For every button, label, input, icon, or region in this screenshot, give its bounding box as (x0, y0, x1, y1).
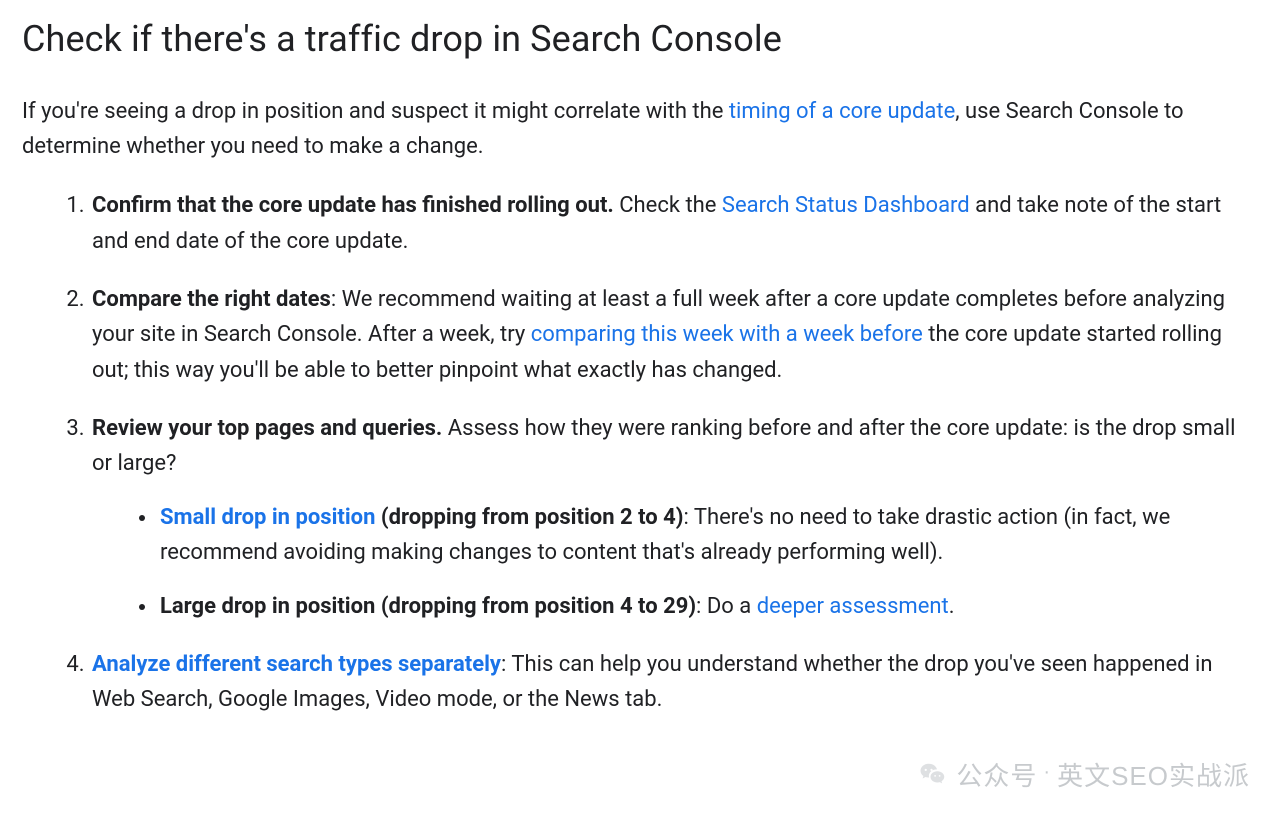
search-status-dashboard-link[interactable]: Search Status Dashboard (722, 193, 970, 218)
intro-paragraph: If you're seeing a drop in position and … (22, 94, 1258, 164)
analyze-search-types-link[interactable]: Analyze different search types separatel… (92, 652, 501, 677)
step-3-lead: Review your top pages and queries. (92, 416, 442, 441)
article-body: Check if there's a traffic drop in Searc… (0, 0, 1280, 718)
steps-list: Confirm that the core update has finishe… (22, 188, 1258, 718)
deeper-assessment-link[interactable]: deeper assessment (757, 594, 949, 619)
small-drop-bold-tail: (dropping from position 2 to 4) (375, 505, 683, 530)
step-3-sublist: Small drop in position (dropping from po… (92, 500, 1248, 625)
small-drop-link[interactable]: Small drop in position (160, 505, 375, 530)
step-3-large-drop: Large drop in position (dropping from po… (158, 589, 1248, 625)
section-heading: Check if there's a traffic drop in Searc… (22, 18, 1258, 60)
step-4-lead: Analyze different search types separatel… (92, 652, 501, 677)
watermark-separator-icon: · (1037, 761, 1057, 784)
step-3: Review your top pages and queries. Asses… (90, 411, 1248, 625)
step-1: Confirm that the core update has finishe… (90, 188, 1248, 259)
step-2: Compare the right dates: We recommend wa… (90, 282, 1248, 389)
small-drop-lead: Small drop in position (dropping from po… (160, 505, 683, 530)
watermark: 公众号 · 英文SEO实战派 (918, 756, 1250, 793)
watermark-left: 公众号 (956, 756, 1037, 793)
core-update-timing-link[interactable]: timing of a core update (729, 99, 955, 124)
intro-text-before: If you're seeing a drop in position and … (22, 99, 729, 124)
large-drop-before-link: : Do a (696, 594, 757, 619)
step-1-lead: Confirm that the core update has finishe… (92, 193, 614, 218)
step-2-lead: Compare the right dates (92, 287, 331, 312)
watermark-right: 英文SEO实战派 (1057, 756, 1250, 793)
step-3-small-drop: Small drop in position (dropping from po… (158, 500, 1248, 571)
large-drop-lead: Large drop in position (dropping from po… (160, 594, 696, 619)
large-drop-after-link: . (949, 594, 955, 619)
step-4: Analyze different search types separatel… (90, 647, 1248, 718)
step-1-before-link: Check the (614, 193, 722, 218)
compare-weeks-link[interactable]: comparing this week with a week before (531, 322, 923, 347)
wechat-icon (918, 760, 948, 790)
